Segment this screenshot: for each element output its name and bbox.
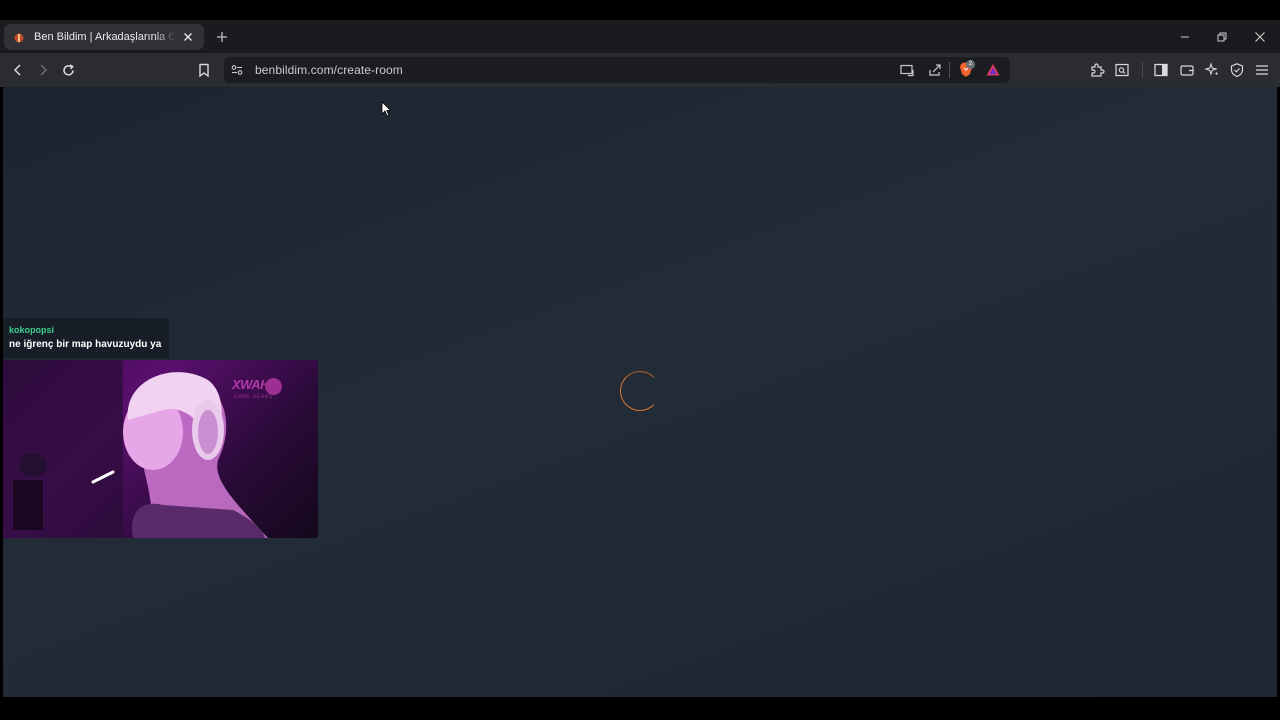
letterbox-bottom xyxy=(0,698,1280,720)
omnibox-separator xyxy=(949,62,950,78)
address-bar[interactable]: benbildim.com/create-room 2 xyxy=(224,57,1010,83)
site-settings-icon[interactable] xyxy=(230,63,244,77)
sidebar-icon[interactable] xyxy=(1151,60,1171,80)
back-icon[interactable] xyxy=(8,60,28,80)
letterbox-top xyxy=(0,0,1280,20)
leo-ai-icon[interactable] xyxy=(1202,60,1222,80)
mouse-cursor-icon xyxy=(381,101,392,122)
tab-title: Ben Bildim | Arkadaşlarınla Online xyxy=(34,31,176,43)
chat-username: kokopopsi xyxy=(9,325,55,335)
webcam-logo-text: XWAH xyxy=(232,377,270,392)
shield-count-badge: 2 xyxy=(966,60,975,69)
share-icon[interactable] xyxy=(927,62,943,78)
tab-active[interactable]: Ben Bildim | Arkadaşlarınla Online xyxy=(4,24,204,50)
vpn-icon[interactable] xyxy=(1227,60,1247,80)
wallet-icon[interactable] xyxy=(1177,60,1197,80)
url-text: benbildim.com/create-room xyxy=(255,63,403,77)
chat-message-text: ne iğrenç bir map havuzuydu ya xyxy=(9,339,162,350)
benbildim-favicon-icon xyxy=(13,31,25,43)
loading-spinner xyxy=(620,371,660,411)
minimize-icon[interactable] xyxy=(1175,27,1195,47)
new-tab-icon[interactable] xyxy=(213,28,231,46)
menu-icon[interactable] xyxy=(1252,60,1272,80)
cast-icon[interactable] xyxy=(899,62,915,78)
webcam-logo-icon xyxy=(265,378,282,395)
reader-mode-icon[interactable] xyxy=(1112,60,1132,80)
stream-chat-message: kokopopsi ne iğrenç bir map havuzuydu ya xyxy=(3,318,169,358)
reload-icon[interactable] xyxy=(58,60,78,80)
toolbar-separator xyxy=(1142,62,1143,78)
browser-toolbar: benbildim.com/create-room 2 xyxy=(0,53,1280,87)
brave-shield-icon[interactable]: 2 xyxy=(957,60,975,79)
webcam-logo-subtext: GAME GEARS xyxy=(234,394,273,400)
forward-icon[interactable] xyxy=(33,60,53,80)
tab-strip: Ben Bildim | Arkadaşlarınla Online xyxy=(0,20,1280,53)
close-icon[interactable] xyxy=(1250,27,1270,47)
bookmark-icon[interactable] xyxy=(194,60,214,80)
tab-close-icon[interactable] xyxy=(180,29,196,45)
streamer-webcam: XWAH GAME GEARS xyxy=(3,360,318,538)
brave-rewards-icon[interactable] xyxy=(985,62,1001,78)
restore-icon[interactable] xyxy=(1212,27,1232,47)
extensions-icon[interactable] xyxy=(1087,60,1107,80)
